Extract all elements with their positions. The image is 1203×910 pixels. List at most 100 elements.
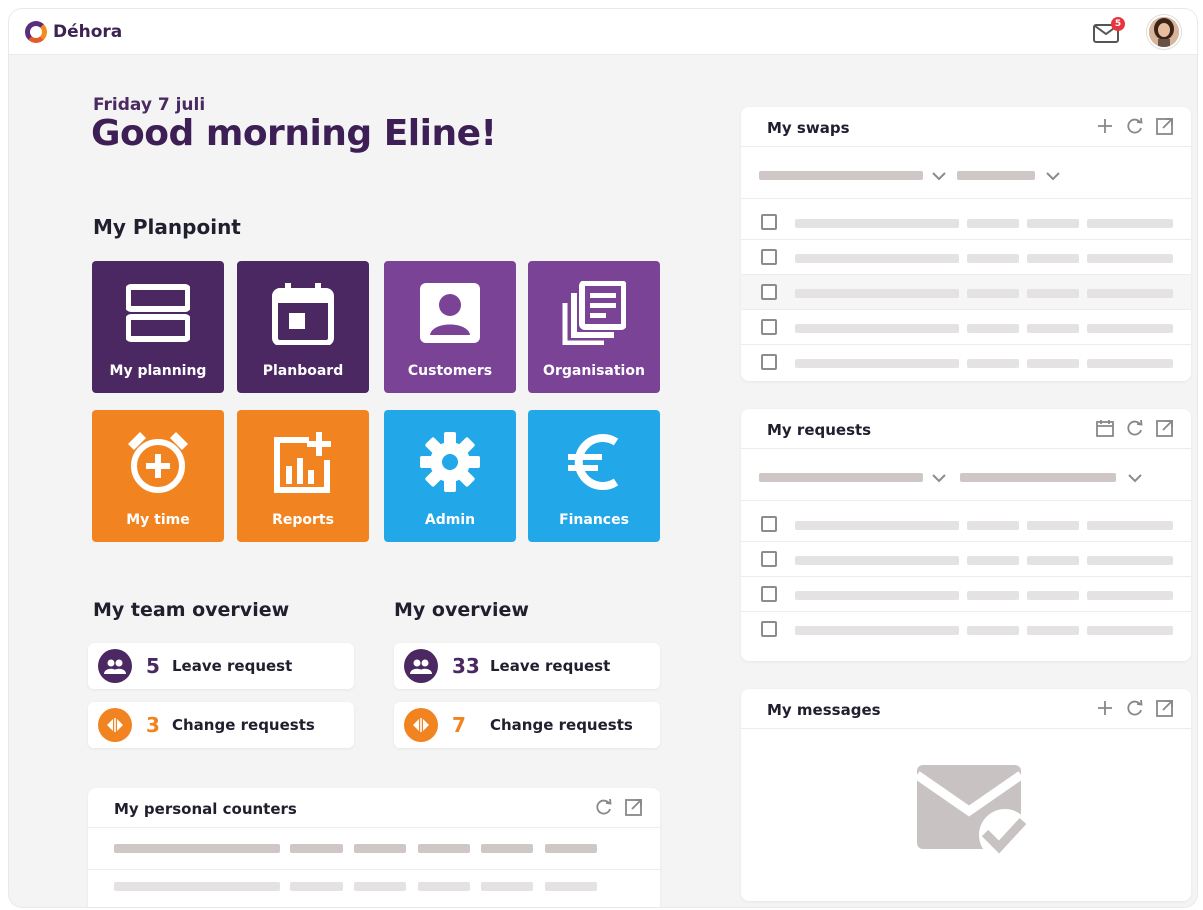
envelope-check-icon: [914, 765, 1029, 861]
refresh-icon[interactable]: [1125, 698, 1145, 718]
swap-arrows-icon: [98, 708, 132, 742]
my-change-requests-card[interactable]: 7 Change requests: [394, 702, 660, 748]
avatar-icon: [1149, 17, 1179, 47]
counter-row: [88, 828, 660, 870]
filter-row: [741, 449, 1191, 501]
filter-dropdown[interactable]: [759, 473, 923, 482]
refresh-icon[interactable]: [1125, 116, 1145, 136]
table-row: [741, 310, 1191, 345]
chevron-down-icon[interactable]: [1127, 473, 1143, 483]
table-row: [741, 542, 1191, 577]
panel-header: My personal counters: [88, 788, 660, 828]
row-checkbox[interactable]: [761, 621, 777, 637]
table-row: [741, 612, 1191, 647]
app-frame: Déhora 5 Friday 7 juli Good morning Elin…: [8, 8, 1198, 908]
table-row: [741, 240, 1191, 275]
filter-dropdown[interactable]: [957, 171, 1035, 180]
row-checkbox[interactable]: [761, 214, 777, 230]
counter-row: [88, 870, 660, 904]
my-leave-label: Leave request: [490, 657, 611, 675]
filter-dropdown[interactable]: [759, 171, 923, 180]
brand-name: Déhora: [53, 22, 123, 42]
swaps-panel: My swaps: [741, 107, 1191, 381]
tile-customers[interactable]: Customers: [384, 261, 516, 393]
panel-actions: [1095, 116, 1175, 136]
panel-actions: [1095, 418, 1175, 438]
team-leave-request-card[interactable]: 5 Leave request: [88, 643, 354, 689]
add-icon[interactable]: [1095, 116, 1115, 136]
row-checkbox[interactable]: [761, 516, 777, 532]
open-external-icon[interactable]: [1155, 698, 1175, 718]
my-leave-count: 33: [452, 654, 480, 678]
panel-title: My swaps: [767, 119, 850, 137]
reports-icon: [274, 432, 331, 493]
tile-label: Finances: [559, 512, 629, 528]
team-overview-title: My team overview: [93, 599, 290, 621]
refresh-icon[interactable]: [1125, 418, 1145, 438]
panel-actions: [1095, 698, 1175, 718]
tile-organisation[interactable]: Organisation: [528, 261, 660, 393]
team-icon: [98, 649, 132, 683]
gear-icon: [420, 432, 480, 492]
logo-ring-icon: [25, 21, 47, 43]
my-change-label: Change requests: [490, 716, 633, 734]
top-bar: Déhora 5: [9, 9, 1197, 55]
row-checkbox[interactable]: [761, 284, 777, 300]
tile-planboard[interactable]: Planboard: [237, 261, 369, 393]
row-checkbox[interactable]: [761, 249, 777, 265]
table-row: [741, 275, 1191, 310]
open-external-icon[interactable]: [1155, 418, 1175, 438]
table-row: [741, 507, 1191, 542]
chevron-down-icon[interactable]: [1045, 171, 1061, 181]
my-overview-title: My overview: [394, 599, 529, 621]
row-checkbox[interactable]: [761, 586, 777, 602]
table-row: [741, 577, 1191, 612]
open-external-icon[interactable]: [1155, 116, 1175, 136]
customer-icon: [420, 283, 480, 343]
team-icon: [404, 649, 438, 683]
user-avatar[interactable]: [1147, 15, 1181, 49]
tile-label: My time: [126, 512, 190, 528]
team-change-label: Change requests: [172, 716, 315, 734]
messages-panel: My messages: [741, 689, 1191, 901]
tile-finances[interactable]: Finances: [528, 410, 660, 542]
team-change-requests-card[interactable]: 3 Change requests: [88, 702, 354, 748]
chevron-down-icon[interactable]: [931, 171, 947, 181]
tile-label: Organisation: [543, 363, 645, 379]
calendar-icon: [272, 283, 334, 345]
tile-label: My planning: [109, 363, 207, 379]
tile-my-time[interactable]: My time: [92, 410, 224, 542]
brand-logo[interactable]: Déhora: [25, 21, 122, 43]
panel-header: My requests: [741, 409, 1191, 449]
add-icon[interactable]: [1095, 698, 1115, 718]
tile-reports[interactable]: Reports: [237, 410, 369, 542]
panel-title: My requests: [767, 421, 872, 439]
chevron-down-icon[interactable]: [931, 473, 947, 483]
tile-my-planning[interactable]: My planning: [92, 261, 224, 393]
requests-panel: My requests: [741, 409, 1191, 661]
organisation-icon: [562, 281, 626, 345]
messages-button[interactable]: 5: [1093, 17, 1125, 44]
my-leave-request-card[interactable]: 33 Leave request: [394, 643, 660, 689]
filter-dropdown[interactable]: [960, 473, 1116, 482]
open-external-icon[interactable]: [624, 797, 644, 817]
panel-title: My personal counters: [114, 800, 297, 818]
euro-icon: [568, 434, 619, 490]
tile-admin[interactable]: Admin: [384, 410, 516, 542]
swap-arrows-icon: [404, 708, 438, 742]
row-checkbox[interactable]: [761, 319, 777, 335]
alarm-clock-icon: [128, 432, 188, 493]
team-leave-count: 5: [146, 654, 160, 678]
row-checkbox[interactable]: [761, 354, 777, 370]
row-checkbox[interactable]: [761, 551, 777, 567]
refresh-icon[interactable]: [594, 797, 614, 817]
table-row: [741, 205, 1191, 240]
calendar-icon[interactable]: [1095, 418, 1115, 438]
panel-title: My messages: [767, 701, 881, 719]
team-change-count: 3: [146, 713, 160, 737]
panel-header: My messages: [741, 689, 1191, 729]
planpoint-title: My Planpoint: [93, 215, 241, 239]
tile-label: Reports: [272, 512, 334, 528]
tile-label: Customers: [407, 363, 493, 379]
greeting-title: Good morning Eline!: [91, 113, 497, 154]
